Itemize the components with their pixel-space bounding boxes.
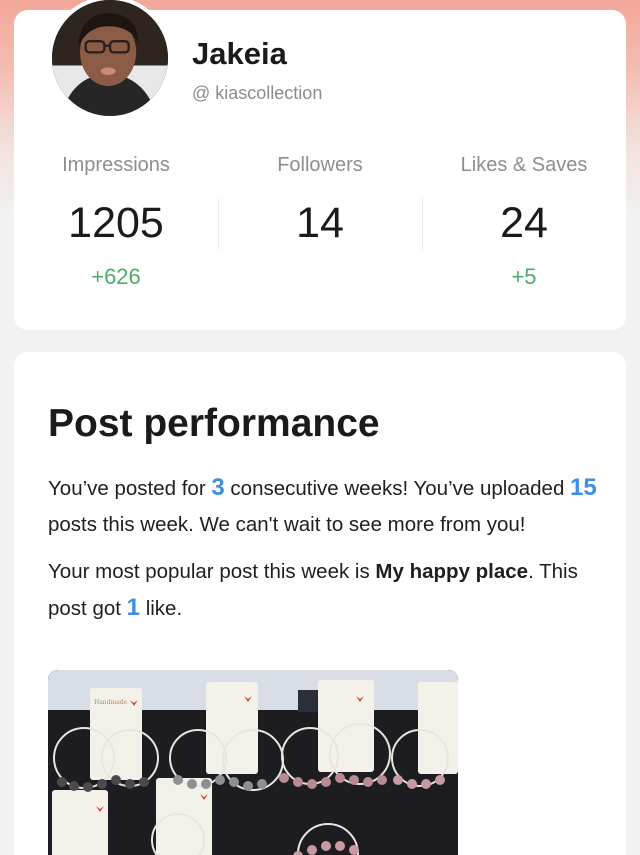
stat-delta <box>218 264 422 290</box>
stat-likes-saves[interactable]: Likes & Saves 24 +5 <box>422 150 626 300</box>
stat-impressions[interactable]: Impressions 1205 +626 <box>14 150 218 300</box>
profile-handle: @ kiascollection <box>192 83 323 103</box>
likes-count: 1 <box>126 594 140 621</box>
profile-name: Jakeia <box>192 36 287 71</box>
post-performance-card: Post performance You’ve posted for 3 con… <box>14 352 626 855</box>
popular-post-summary: Your most popular post this week is My h… <box>48 560 578 621</box>
stat-label: Impressions <box>62 154 170 176</box>
stat-delta: +626 <box>91 264 141 289</box>
weeks-count: 3 <box>211 474 225 501</box>
stat-value: 1205 <box>68 199 164 247</box>
stat-followers[interactable]: Followers 14 <box>218 150 422 300</box>
posts-count: 15 <box>570 474 597 501</box>
stats-row: Impressions 1205 +626 Followers 14 Likes… <box>14 150 626 300</box>
stat-value: 14 <box>296 199 344 247</box>
popular-post-title[interactable]: My happy place <box>375 560 528 583</box>
post-thumbnail[interactable]: Handmade <box>48 670 458 855</box>
stat-label: Followers <box>277 154 363 176</box>
stat-label: Likes & Saves <box>460 154 588 176</box>
stat-delta: +5 <box>511 264 537 289</box>
avatar[interactable] <box>48 0 172 120</box>
stat-value: 24 <box>500 199 548 247</box>
streak-summary: You’ve posted for 3 consecutive weeks! Y… <box>48 474 597 536</box>
section-title: Post performance <box>48 402 380 445</box>
image-caption: Handmade <box>94 699 128 706</box>
profile-card: Jakeia @ kiascollection Impressions 1205… <box>14 0 626 330</box>
